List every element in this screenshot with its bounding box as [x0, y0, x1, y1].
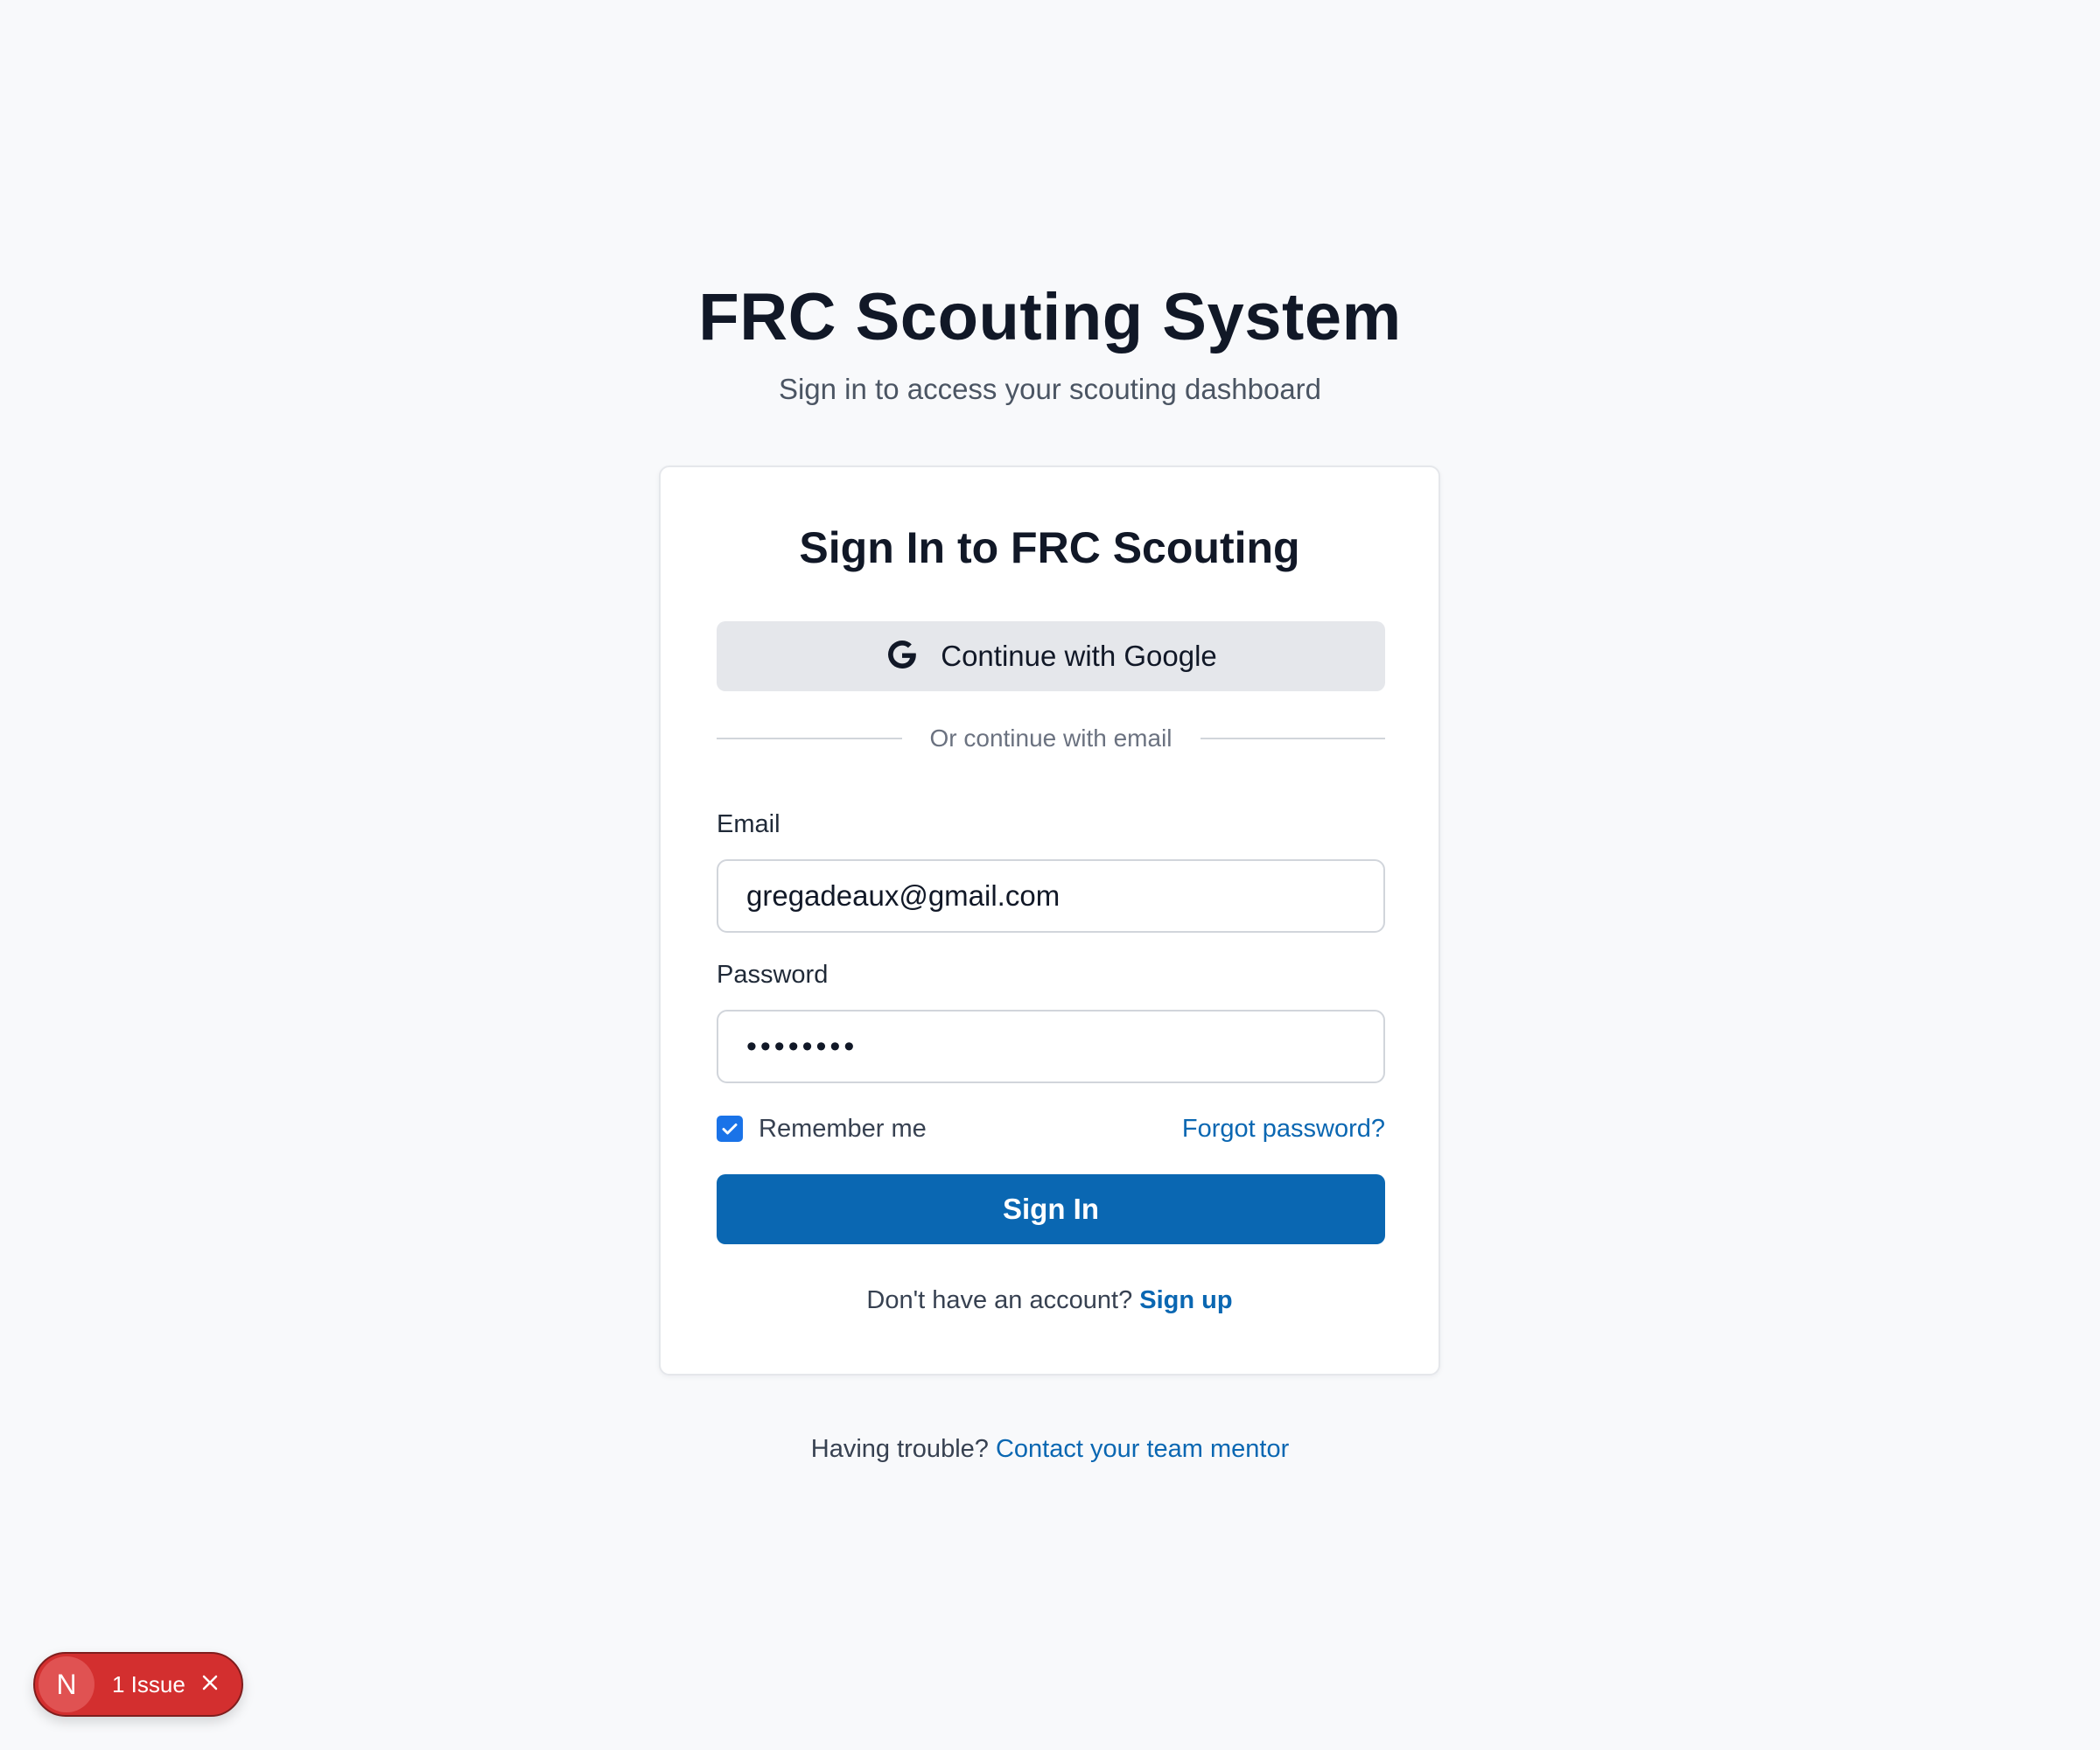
google-icon [885, 637, 920, 676]
google-button-label: Continue with Google [941, 640, 1217, 672]
help-footer: Having trouble? Contact your team mentor [0, 1435, 2100, 1464]
nextjs-logo-icon: N [38, 1656, 94, 1712]
signin-card: Sign In to FRC Scouting Continue with Go… [659, 466, 1440, 1376]
email-label: Email [717, 810, 780, 838]
contact-mentor-link[interactable]: Contact your team mentor [996, 1435, 1289, 1463]
divider-line-right [1200, 738, 1386, 739]
signup-link[interactable]: Sign up [1139, 1286, 1232, 1314]
help-prompt: Having trouble? [810, 1435, 989, 1463]
close-icon[interactable] [186, 1672, 220, 1698]
divider-line-left [717, 738, 902, 739]
password-label: Password [717, 961, 829, 989]
remember-row: Remember me Forgot password? [717, 1111, 1385, 1146]
remember-me-label: Remember me [759, 1114, 927, 1143]
app-title: FRC Scouting System [698, 280, 1402, 354]
app-subtitle: Sign in to access your scouting dashboar… [778, 373, 1322, 405]
card-title: Sign In to FRC Scouting [799, 523, 1300, 572]
remember-me-checkbox[interactable] [717, 1116, 743, 1142]
checkmark-icon [722, 1124, 738, 1135]
issue-count: 1 Issue [112, 1670, 186, 1698]
email-divider: Or continue with email [717, 721, 1386, 756]
email-field[interactable] [717, 859, 1385, 933]
forgot-password-link[interactable]: Forgot password? [1182, 1115, 1385, 1144]
issues-badge[interactable]: N 1 Issue [33, 1652, 243, 1717]
sign-in-button[interactable]: Sign In [717, 1174, 1385, 1244]
page-header: FRC Scouting System Sign in to access yo… [0, 276, 2100, 409]
google-signin-button[interactable]: Continue with Google [717, 621, 1385, 691]
password-masked-value: •••••••• [746, 1029, 858, 1063]
signup-row: Don't have an account? Sign up [661, 1286, 1438, 1315]
signup-prompt: Don't have an account? [866, 1286, 1133, 1314]
divider-text: Or continue with email [929, 724, 1172, 752]
password-field[interactable]: •••••••• [717, 1010, 1385, 1083]
remember-me-toggle[interactable]: Remember me [717, 1115, 927, 1144]
